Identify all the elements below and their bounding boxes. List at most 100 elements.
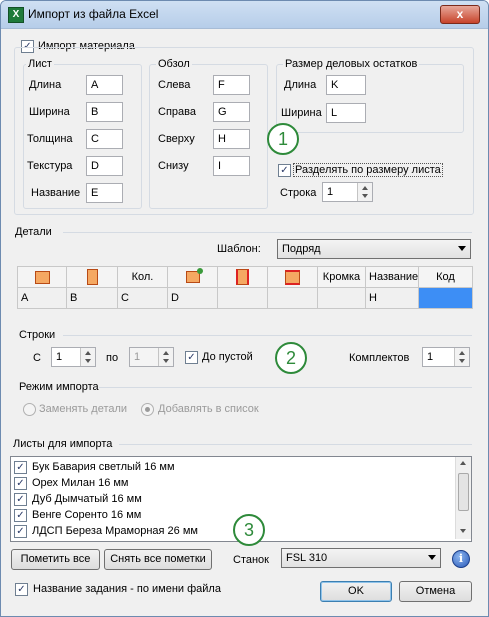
row-stepper-arrows[interactable] [357,183,372,201]
sheet-length-field[interactable]: A [86,75,123,95]
list-item-label: Бук Бавария светлый 16 мм [32,461,175,473]
column-header-length[interactable] [17,266,67,288]
offcut-length-field[interactable]: K [326,75,366,95]
sets-label: Комплектов [349,352,410,364]
scroll-up-icon[interactable] [460,461,466,465]
row-stepper[interactable]: 1 [322,182,373,202]
check-all-button[interactable]: Пометить все [11,549,100,570]
task-name-label: Название задания - по имени файла [33,583,221,595]
table-cell[interactable]: C [117,287,168,309]
rows-to-label: по [106,352,119,364]
table-cell-selected[interactable] [418,287,473,309]
import-excel-dialog: X Импорт из файла Excel x ✓ Импорт матер… [0,0,489,617]
sheet-texture-label: Текстура [27,160,73,172]
rows-from-label: С [33,352,41,364]
table-cell[interactable]: D [167,287,218,309]
edge-top-icon [285,269,300,285]
offcuts-group [276,64,464,133]
rows-to-stepper[interactable]: 1 [129,347,174,367]
column-header-edge-top[interactable] [267,266,318,288]
sheet-width-label: Ширина [29,106,70,118]
edge-side-icon [236,269,249,285]
rows-title: Строки [19,329,56,341]
append-to-list-radio[interactable] [141,403,154,416]
table-cell[interactable] [217,287,268,309]
column-header-name[interactable]: Название [365,266,419,288]
trim-left-field[interactable]: F [213,75,250,95]
table-cell[interactable] [317,287,366,309]
callout-1-marker: 1 [267,123,299,155]
rotate-texture-icon [185,268,203,284]
sheet-group-title: Лист [26,58,54,70]
offcut-length-label: Длина [284,79,317,91]
row-label: Строка [280,187,317,199]
close-button[interactable]: x [440,5,480,24]
column-header-width[interactable] [66,266,118,288]
sets-arrows[interactable] [454,348,469,366]
rows-to-value: 1 [134,351,141,363]
table-cell[interactable]: B [66,287,118,309]
offcut-width-field[interactable]: L [326,103,366,123]
list-item-checkbox[interactable]: ✓ [14,477,27,490]
column-header-edge[interactable]: Кромка [317,266,366,288]
sheet-name-field[interactable]: E [86,183,123,203]
sheet-texture-field[interactable]: D [86,156,123,176]
trim-group-title: Обзол [156,58,192,70]
column-header-code[interactable]: Код [418,266,473,288]
rows-to-arrows[interactable] [158,348,173,366]
task-name-checkbox[interactable]: ✓ [15,583,28,596]
trim-bottom-field[interactable]: I [213,156,250,176]
sheet-thickness-label: Толщина [27,133,73,145]
table-cell[interactable] [267,287,318,309]
chevron-down-icon [428,555,436,560]
list-scrollbar[interactable] [455,457,471,539]
import-mode-separator [99,387,472,388]
sheet-name-label: Название [31,187,81,199]
table-cell[interactable]: H [365,287,419,309]
trim-top-field[interactable]: H [213,129,250,149]
sheet-length-icon [34,270,50,284]
list-item-checkbox[interactable]: ✓ [14,509,27,522]
split-by-sheet-checkbox[interactable]: ✓ [278,164,291,177]
offcuts-group-title: Размер деловых остатков [283,58,420,70]
list-item-label: Орех Милан 16 мм [32,477,129,489]
sheet-width-field[interactable]: B [86,102,123,122]
offcut-width-label: Ширина [281,107,322,119]
list-item-checkbox[interactable]: ✓ [14,525,27,538]
replace-details-radio[interactable] [23,403,36,416]
sets-value: 1 [427,351,434,363]
row-value: 1 [327,186,334,198]
until-empty-label: До пустой [202,351,253,363]
list-item-checkbox[interactable]: ✓ [14,461,27,474]
title-bar: X Импорт из файла Excel x [1,1,488,29]
split-by-sheet-label: Разделять по размеру листа [293,163,443,177]
scroll-down-icon[interactable] [460,529,466,533]
uncheck-all-button[interactable]: Снять все пометки [104,549,212,570]
table-header-row: Кол. Кромка Название Код [17,266,473,288]
cancel-button[interactable]: Отмена [399,581,472,602]
sets-stepper[interactable]: 1 [422,347,470,367]
list-item-checkbox[interactable]: ✓ [14,493,27,506]
column-header-rotate[interactable] [167,266,218,288]
ok-button[interactable]: OK [320,581,392,602]
until-empty-checkbox[interactable]: ✓ [185,351,198,364]
info-icon[interactable]: i [452,550,470,568]
details-mapping-table: Кол. Кромка Название Код A B C D H [17,266,473,309]
list-item-label: Дуб Дымчатый 16 мм [32,493,142,505]
scroll-thumb[interactable] [458,473,469,511]
sheets-separator [119,444,472,445]
template-label: Шаблон: [217,243,261,255]
rows-from-arrows[interactable] [80,348,95,366]
rows-from-stepper[interactable]: 1 [51,347,96,367]
machine-select[interactable]: FSL 310 [281,548,441,568]
template-select[interactable]: Подряд [277,239,471,259]
column-header-edge-side[interactable] [217,266,268,288]
details-separator [63,232,472,233]
template-value: Подряд [282,243,321,255]
column-header-qty[interactable]: Кол. [117,266,168,288]
chevron-down-icon [458,246,466,251]
machine-value: FSL 310 [286,552,328,564]
sheet-thickness-field[interactable]: C [86,129,123,149]
trim-right-field[interactable]: G [213,102,250,122]
table-cell[interactable]: A [17,287,67,309]
